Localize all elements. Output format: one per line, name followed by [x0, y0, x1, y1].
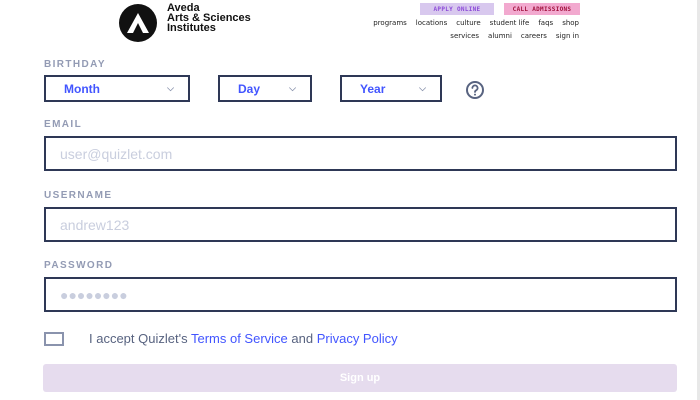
apply-online-button[interactable]: APPLY ONLINE: [420, 3, 494, 15]
nav-primary: programs locations culture student life …: [373, 19, 579, 27]
privacy-policy-link[interactable]: Privacy Policy: [317, 331, 398, 346]
nav-link-shop[interactable]: shop: [562, 19, 579, 27]
accept-terms-checkbox[interactable]: [44, 332, 64, 346]
nav-link-careers[interactable]: careers: [521, 32, 547, 40]
nav-link-alumni[interactable]: alumni: [488, 32, 512, 40]
terms-and: and: [287, 331, 317, 346]
nav-link-services[interactable]: services: [450, 32, 479, 40]
terms-text: I accept Quizlet's Terms of Service and …: [89, 331, 398, 346]
month-select-value: Month: [64, 81, 100, 96]
terms-of-service-link[interactable]: Terms of Service: [191, 331, 288, 346]
chevron-down-icon: ⌵: [167, 83, 174, 93]
username-field[interactable]: [44, 207, 677, 242]
birthday-label: BIRTHDAY: [44, 59, 106, 70]
terms-prefix: I accept Quizlet's: [89, 331, 191, 346]
chevron-down-icon: ⌵: [289, 83, 296, 93]
nav-link-culture[interactable]: culture: [456, 19, 480, 27]
nav-link-locations[interactable]: locations: [416, 19, 447, 27]
year-select-value: Year: [360, 81, 386, 96]
nav-link-programs[interactable]: programs: [373, 19, 407, 27]
call-admissions-button[interactable]: CALL ADMISSIONS: [504, 3, 580, 15]
birthday-month-select[interactable]: Month ⌵: [44, 75, 190, 102]
chevron-down-icon: ⌵: [419, 83, 426, 93]
logo-wordmark[interactable]: Aveda Arts & Sciences Institutes: [167, 3, 251, 34]
aveda-logo-icon[interactable]: [119, 4, 157, 42]
nav-secondary: services alumni careers sign in: [450, 32, 579, 40]
password-label: PASSWORD: [44, 260, 114, 271]
username-label: USERNAME: [44, 190, 113, 201]
question-circle-icon[interactable]: [465, 80, 484, 99]
password-field[interactable]: [44, 277, 677, 312]
sign-up-button[interactable]: Sign up: [43, 364, 677, 392]
nav-link-faqs[interactable]: faqs: [538, 19, 553, 27]
email-label: EMAIL: [44, 119, 83, 130]
birthday-day-select[interactable]: Day ⌵: [218, 75, 312, 102]
site-header: Aveda Arts & Sciences Institutes APPLY O…: [0, 0, 700, 44]
birthday-year-select[interactable]: Year ⌵: [340, 75, 442, 102]
day-select-value: Day: [238, 81, 261, 96]
nav-link-student-life[interactable]: student life: [490, 19, 530, 27]
nav-link-sign-in[interactable]: sign in: [556, 32, 579, 40]
email-field[interactable]: [44, 136, 677, 171]
